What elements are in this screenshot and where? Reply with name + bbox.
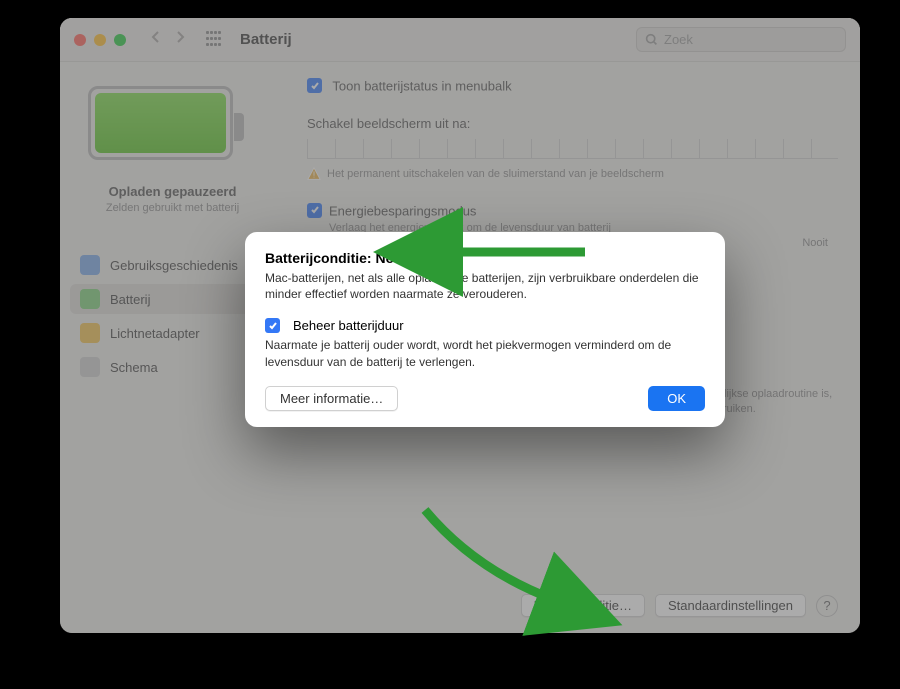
ok-button[interactable]: OK (648, 386, 705, 411)
annotation-arrow-top (435, 232, 595, 277)
manage-desc: Naarmate je batterij ouder wordt, wordt … (265, 337, 705, 369)
more-info-button[interactable]: Meer informatie… (265, 386, 398, 411)
checkbox-checked-icon (265, 318, 280, 333)
manage-label: Beheer batterijduur (293, 318, 404, 333)
manage-battery-row[interactable]: Beheer batterijduur (265, 318, 705, 333)
annotation-arrow-bottom (415, 500, 585, 625)
